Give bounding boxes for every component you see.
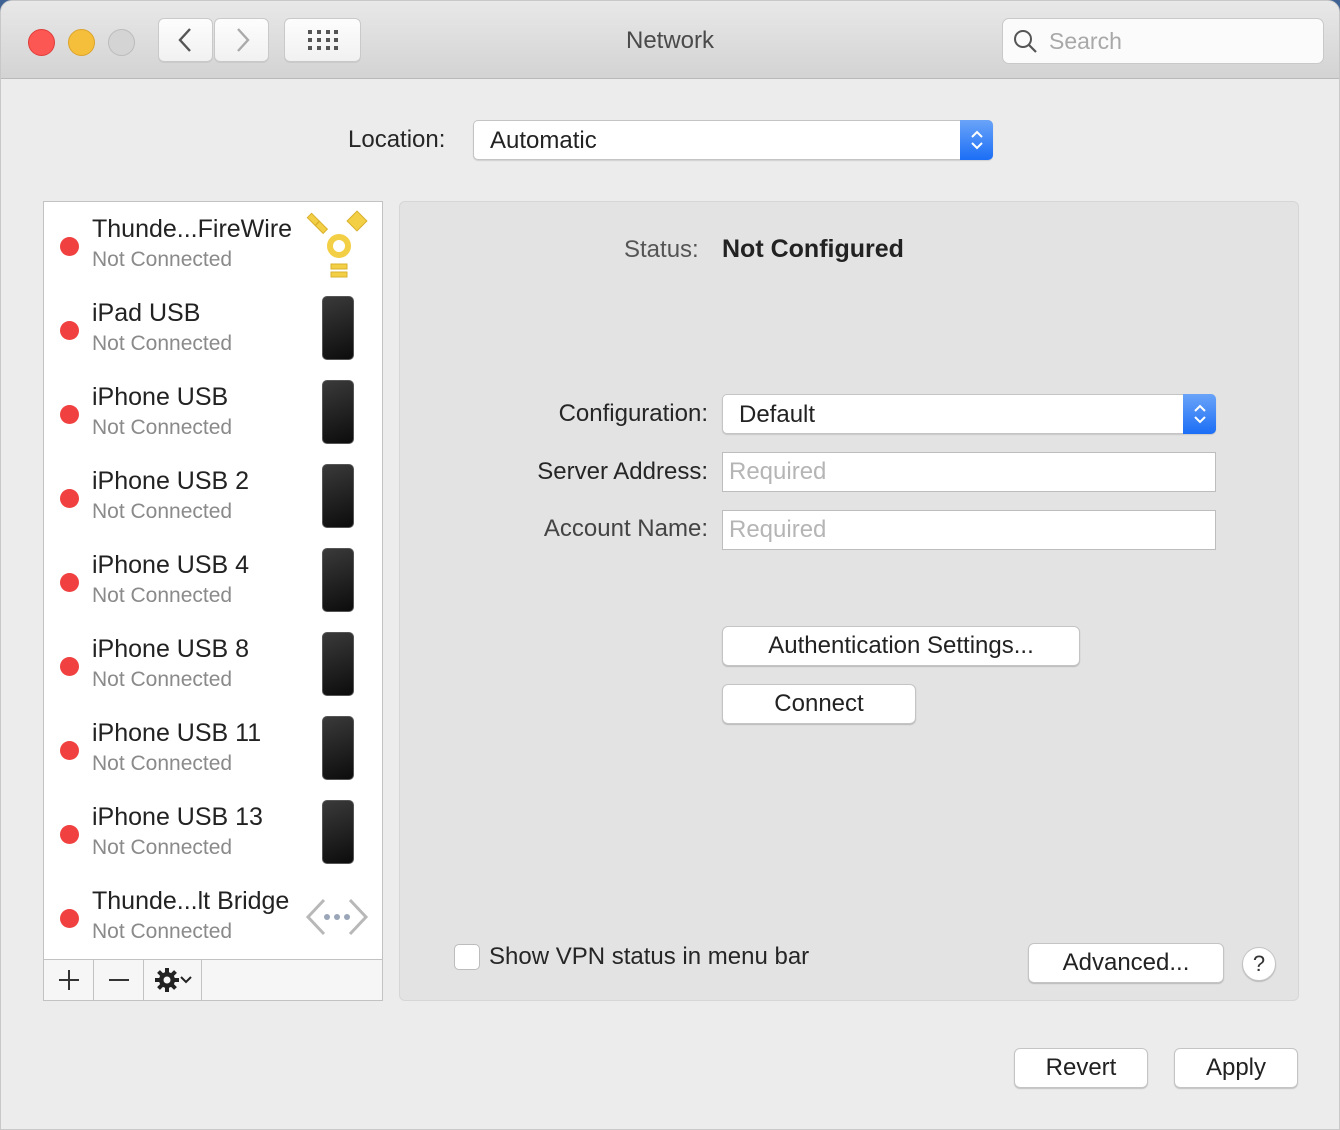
service-name: iPhone USB 13	[92, 803, 263, 831]
status-value: Not Configured	[722, 235, 904, 263]
connect-button[interactable]: Connect	[722, 684, 916, 724]
service-list-toolbar	[44, 959, 382, 1000]
add-service-button[interactable]	[44, 960, 94, 1000]
location-popup[interactable]: Automatic	[473, 120, 993, 160]
search-input[interactable]	[1047, 24, 1311, 58]
chevron-down-icon	[179, 976, 192, 984]
service-name: iPhone USB 2	[92, 467, 250, 495]
account-name-label: Account Name:	[543, 515, 708, 542]
service-name: Thunde...FireWire	[92, 215, 293, 243]
status-dot-icon	[60, 237, 79, 256]
service-name: iPhone USB	[92, 383, 229, 411]
service-actions-menu[interactable]	[144, 960, 202, 1000]
service-list-item[interactable]: iPhone USB 2 Not Connected	[44, 454, 382, 538]
service-list-item[interactable]: iPhone USB Not Connected	[44, 370, 382, 454]
status-dot-icon	[60, 825, 79, 844]
account-name-field[interactable]	[722, 510, 1216, 550]
service-name: iPhone USB 8	[92, 635, 250, 663]
gear-icon	[154, 968, 179, 992]
configuration-label: Configuration:	[558, 400, 708, 427]
status-dot-icon	[60, 321, 79, 340]
service-name: iPad USB	[92, 299, 201, 327]
service-list-item[interactable]: Thunde...lt Bridge Not Connected	[44, 874, 382, 958]
service-list: Thunde...FireWire Not Connected iPad USB No…	[43, 201, 383, 1001]
help-button[interactable]: ?	[1242, 947, 1276, 981]
service-list-item[interactable]: iPhone USB 13 Not Connected	[44, 790, 382, 874]
title-bar: Network	[1, 1, 1339, 79]
show-vpn-status-label[interactable]: Show VPN status in menu bar	[489, 943, 809, 971]
authentication-settings-button[interactable]: Authentication Settings...	[722, 626, 1080, 666]
thunderbolt-bridge-icon	[304, 882, 370, 952]
service-state: Not Connected	[92, 584, 233, 607]
service-list-item[interactable]: Thunde...FireWire Not Connected	[44, 202, 382, 286]
show-vpn-status-checkbox[interactable]	[454, 944, 480, 970]
location-label: Location:	[348, 126, 446, 153]
iphone-icon	[304, 378, 370, 448]
service-state: Not Connected	[92, 920, 233, 943]
popup-arrows-icon	[960, 120, 993, 160]
status-dot-icon	[60, 741, 79, 760]
plus-icon	[58, 970, 79, 990]
service-state: Not Connected	[92, 668, 233, 691]
service-state: Not Connected	[92, 836, 233, 859]
advanced-button[interactable]: Advanced...	[1028, 943, 1224, 983]
status-dot-icon	[60, 405, 79, 424]
service-state: Not Connected	[92, 752, 233, 775]
service-name: iPhone USB 11	[92, 719, 262, 747]
iphone-icon	[304, 462, 370, 532]
status-dot-icon	[60, 909, 79, 928]
minus-icon	[108, 979, 129, 981]
firewire-icon	[304, 210, 370, 280]
status-dot-icon	[60, 489, 79, 508]
configuration-value: Default	[739, 401, 816, 428]
location-value: Automatic	[490, 127, 597, 154]
service-list-item[interactable]: iPhone USB 11 Not Connected	[44, 706, 382, 790]
iphone-icon	[304, 714, 370, 784]
server-address-field[interactable]	[722, 452, 1216, 492]
service-state: Not Connected	[92, 248, 233, 271]
search-icon	[1014, 30, 1037, 53]
search-field[interactable]	[1002, 18, 1324, 64]
network-preferences-window: Network Location: Automatic Thunde...Fir…	[0, 0, 1340, 1130]
iphone-icon	[304, 798, 370, 868]
service-state: Not Connected	[92, 332, 233, 355]
popup-arrows-icon	[1183, 394, 1216, 434]
configuration-popup[interactable]: Default	[722, 394, 1216, 434]
server-address-label: Server Address:	[537, 458, 708, 485]
iphone-icon	[304, 546, 370, 616]
remove-service-button[interactable]	[94, 960, 144, 1000]
iphone-icon	[304, 630, 370, 700]
service-list-item[interactable]: iPad USB Not Connected	[44, 286, 382, 370]
service-name: iPhone USB 4	[92, 551, 250, 579]
service-state: Not Connected	[92, 500, 233, 523]
service-name: Thunde...lt Bridge	[92, 887, 290, 915]
status-dot-icon	[60, 657, 79, 676]
revert-button[interactable]: Revert	[1014, 1048, 1148, 1088]
service-detail-panel	[399, 201, 1299, 1001]
status-label: Status:	[624, 236, 699, 263]
status-dot-icon	[60, 573, 79, 592]
iphone-icon	[304, 294, 370, 364]
service-list-item[interactable]: iPhone USB 8 Not Connected	[44, 622, 382, 706]
service-list-item[interactable]: iPhone USB 4 Not Connected	[44, 538, 382, 622]
apply-button[interactable]: Apply	[1174, 1048, 1298, 1088]
service-state: Not Connected	[92, 416, 233, 439]
